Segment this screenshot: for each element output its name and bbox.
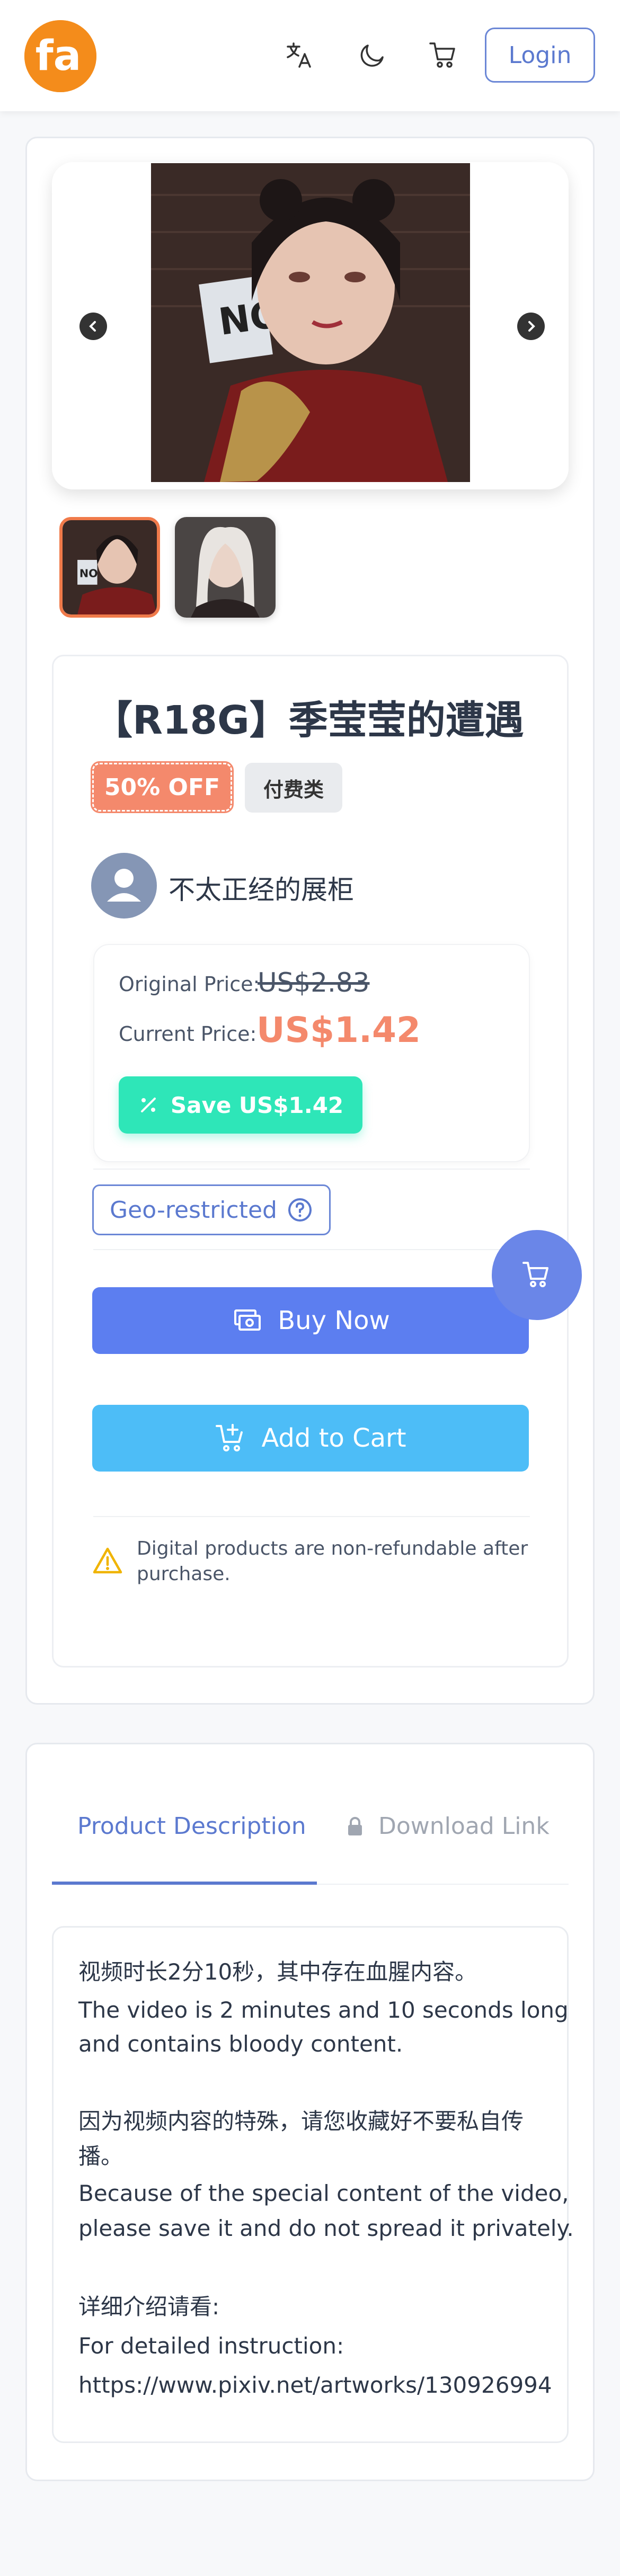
tab-download-link[interactable]: Download Link: [344, 1813, 550, 1840]
description-link[interactable]: https://www.pixiv.net/artworks/130926994: [78, 2368, 552, 2403]
help-circle-icon: [288, 1198, 312, 1222]
category-badge: 付费类: [245, 763, 342, 813]
tab-download-link-label: Download Link: [378, 1813, 550, 1840]
add-to-cart-label: Add to Cart: [261, 1423, 406, 1453]
description-line: please save it and do not spread it priv…: [78, 2215, 574, 2241]
gallery-thumbnail[interactable]: NO: [59, 517, 160, 618]
percent-icon: [140, 1098, 156, 1112]
description-line: 详细介绍请看:: [78, 2294, 220, 2320]
gallery-next-button[interactable]: [517, 313, 545, 340]
description-line: Because of the special content of the vi…: [78, 2180, 569, 2206]
original-price: US$2.83: [258, 967, 370, 998]
product-title: 【R18G】季莹莹的遭遇: [93, 698, 524, 743]
geo-restricted-button[interactable]: Geo-restricted: [92, 1184, 331, 1235]
login-button[interactable]: Login: [485, 28, 595, 83]
divider: [93, 1169, 530, 1170]
description-line: 视频时长2分10秒，其中存在血腥内容。: [78, 1959, 477, 1985]
logo-mark-icon: fa: [24, 20, 96, 92]
description-line: 因为视频内容的特殊，请您收藏好不要私自传: [78, 2108, 524, 2134]
cart-icon: [522, 1262, 548, 1287]
translate-icon[interactable]: [284, 39, 315, 71]
divider: [93, 1249, 530, 1250]
current-price-label: Current Price:: [119, 1022, 257, 1046]
lock-icon: [348, 1816, 362, 1835]
top-header: fa Login: [0, 0, 620, 111]
svg-text:NO: NO: [79, 567, 98, 580]
seller-name[interactable]: 不太正经的展柜: [169, 869, 354, 907]
description-line: The video is 2 minutes and 10 seconds lo…: [78, 1997, 569, 2023]
original-price-label: Original Price:: [119, 973, 260, 996]
current-price: US$1.42: [256, 1010, 421, 1050]
save-amount-badge: Save US$1.42: [119, 1076, 362, 1134]
description-line: For detailed instruction:: [78, 2333, 344, 2359]
description-line: 播。: [78, 2143, 123, 2169]
refund-notice: Digital products are non-refundable afte…: [137, 1538, 528, 1585]
buy-now-label: Buy Now: [278, 1306, 390, 1335]
save-amount-text: Save US$1.42: [170, 1092, 344, 1118]
cart-icon[interactable]: [427, 39, 459, 71]
user-icon: [107, 869, 141, 902]
add-to-cart-button[interactable]: Add to Cart: [92, 1405, 529, 1472]
chevron-right-icon: [528, 321, 535, 332]
avatar[interactable]: [91, 853, 157, 919]
description-line: and contains bloody content.: [78, 2031, 403, 2057]
chevron-left-icon: [89, 321, 96, 332]
product-main-image[interactable]: NO: [151, 163, 470, 482]
active-tab-indicator: [52, 1882, 317, 1885]
cart-plus-icon: [216, 1424, 243, 1451]
discount-badge: 50% OFF: [91, 761, 234, 813]
tab-product-description[interactable]: Product Description: [77, 1813, 306, 1840]
gallery-thumbnail[interactable]: [175, 517, 276, 618]
geo-restricted-label: Geo-restricted: [110, 1196, 277, 1224]
floating-cart-button[interactable]: [492, 1230, 582, 1320]
buy-now-button[interactable]: Buy Now: [92, 1287, 529, 1354]
moon-icon[interactable]: [356, 39, 388, 71]
divider: [93, 1516, 530, 1517]
site-logo[interactable]: fa: [24, 20, 96, 92]
gallery-prev-button[interactable]: [79, 313, 107, 340]
warning-icon: [92, 1546, 123, 1576]
payment-icon: [234, 1309, 261, 1331]
svg-text:fa: fa: [36, 32, 82, 80]
